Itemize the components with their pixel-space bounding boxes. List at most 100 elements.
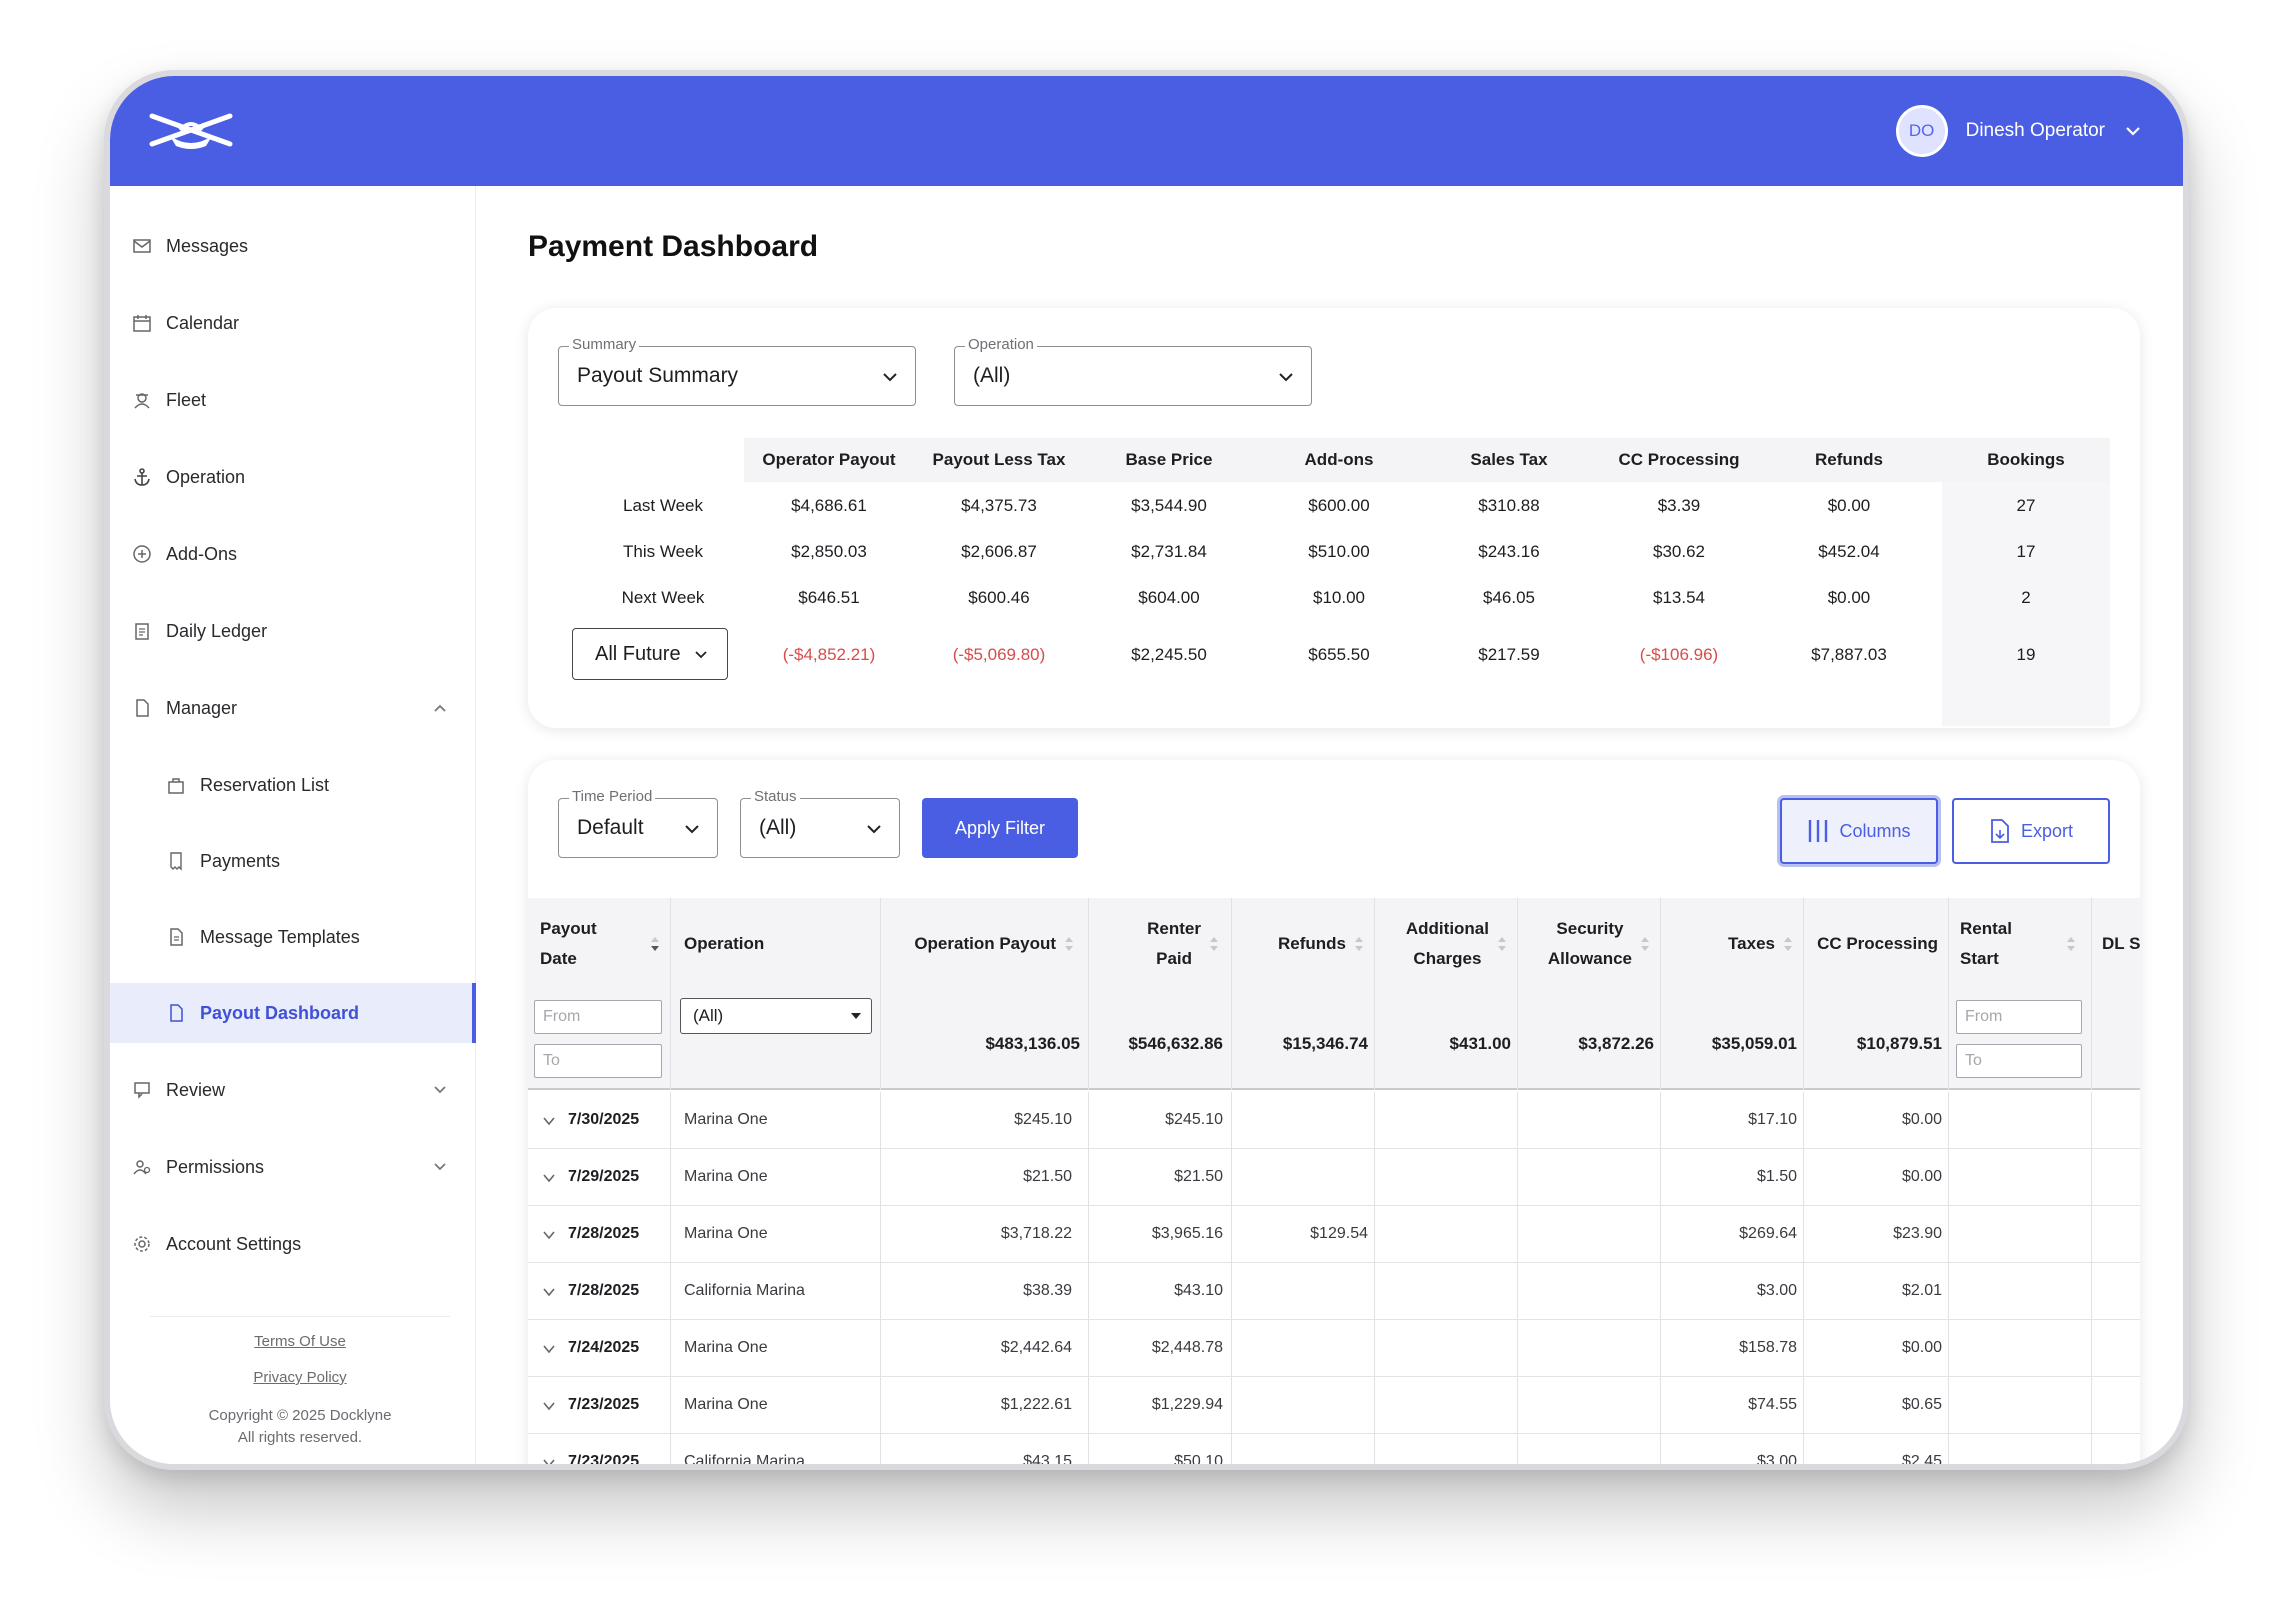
chevron-down-icon[interactable]	[542, 1228, 556, 1242]
operation-filter-select[interactable]: (All)	[680, 998, 872, 1034]
column-divider	[1088, 898, 1089, 1090]
sidebar-item-reservation-list[interactable]: Reservation List	[110, 755, 476, 815]
header-operation[interactable]: Operation	[684, 898, 874, 990]
cell-refunds	[1240, 1377, 1368, 1433]
cell-taxes: $74.55	[1748, 1396, 1797, 1413]
chevron-down-icon[interactable]	[542, 1456, 556, 1470]
sidebar-item-daily-ledger[interactable]: Daily Ledger	[110, 601, 476, 661]
sidebar-item-permissions[interactable]: Permissions	[110, 1137, 476, 1197]
column-divider	[1517, 1377, 1518, 1433]
header-payout-date[interactable]: Payout Date	[540, 898, 664, 990]
chevron-down-icon	[434, 1086, 446, 1094]
all-future-value: All Future	[595, 642, 681, 665]
apply-filter-button[interactable]: Apply Filter	[922, 798, 1078, 858]
column-divider	[1803, 1434, 1804, 1464]
table-row[interactable]: 7/29/2025 Marina One $21.50 $21.50 $1.50 $0.0…	[528, 1149, 2140, 1206]
user-menu[interactable]: DO Dinesh Operator	[1895, 102, 2143, 160]
table-row[interactable]: 7/24/2025 Marina One $2,442.64 $2,448.78 $15…	[528, 1320, 2140, 1377]
column-divider	[1948, 898, 1949, 1090]
user-name: Dinesh Operator	[1965, 120, 2105, 141]
header-refunds[interactable]: Refunds	[1240, 898, 1368, 990]
sidebar-item-operation[interactable]: Operation	[110, 447, 476, 507]
rental-start-to-input[interactable]: To	[1956, 1044, 2082, 1078]
header-security-allowance[interactable]: Security Allowance	[1526, 898, 1654, 990]
sidebar-item-account-settings[interactable]: Account Settings	[110, 1214, 476, 1274]
columns-button[interactable]: Columns	[1780, 798, 1938, 864]
table-row[interactable]: 7/23/2025 California Marina $43.15 $50.10 $3…	[528, 1434, 2140, 1470]
column-divider	[880, 1434, 881, 1464]
privacy-link[interactable]: Privacy Policy	[150, 1367, 450, 1389]
sidebar-item-message-templates[interactable]: Message Templates	[110, 907, 476, 967]
header-rental-start[interactable]: Rental Start	[1960, 898, 2084, 990]
column-divider	[670, 1263, 671, 1319]
sidebar-item-label: Message Templates	[200, 926, 360, 947]
sidebar-item-review[interactable]: Review	[110, 1060, 476, 1120]
terms-link[interactable]: Terms Of Use	[150, 1331, 450, 1353]
summary-cell: $0.00	[1827, 588, 1871, 607]
summary-cell: $510.00	[1308, 542, 1370, 561]
all-future-select[interactable]: All Future	[572, 628, 728, 680]
column-divider	[1803, 1263, 1804, 1319]
column-divider	[1660, 1149, 1661, 1205]
payout-date-to-input[interactable]: To	[534, 1044, 662, 1078]
users-icon	[133, 1160, 151, 1175]
cell-refunds	[1240, 1149, 1368, 1205]
columns-icon	[1809, 820, 1828, 842]
column-divider	[1231, 1434, 1232, 1464]
document-icon	[170, 1004, 183, 1022]
header-taxes[interactable]: Taxes	[1669, 898, 1797, 990]
anchor-icon	[134, 468, 150, 486]
header-renter-paid[interactable]: Renter Paid	[1098, 898, 1223, 990]
export-icon	[1991, 819, 2009, 843]
cell-operation: California Marina	[684, 1282, 805, 1299]
payout-date-from-input[interactable]: From	[534, 1000, 662, 1034]
cell-payout-date: 7/28/2025	[568, 1225, 640, 1242]
column-divider	[670, 1149, 671, 1205]
sidebar-item-messages[interactable]: Messages	[110, 216, 476, 276]
table-row[interactable]: 7/28/2025 California Marina $38.39 $43.10 $3…	[528, 1263, 2140, 1320]
operation-select[interactable]: Operation (All)	[954, 336, 1312, 406]
column-divider	[1088, 1092, 1089, 1148]
avatar: DO	[1895, 105, 1948, 157]
table-row[interactable]: 7/30/2025 Marina One $245.10 $245.10 $17.10 $…	[528, 1092, 2140, 1149]
chevron-down-icon[interactable]	[542, 1399, 556, 1413]
sidebar-item-manager[interactable]: Manager	[110, 678, 476, 738]
header-additional-charges[interactable]: Additional Charges	[1383, 898, 1511, 990]
device-frame: DO Dinesh Operator Messages Calendar Fle…	[104, 70, 2189, 1470]
chevron-down-icon[interactable]	[542, 1342, 556, 1356]
summary-cell: $655.50	[1308, 645, 1370, 664]
total-additional-charges: $431.00	[1449, 1034, 1511, 1053]
sidebar-item-label: Add-Ons	[166, 543, 238, 564]
table-row[interactable]: 7/23/2025 Marina One $1,222.61 $1,229.94 $74…	[528, 1377, 2140, 1434]
column-divider	[1088, 1206, 1089, 1262]
sidebar-item-fleet[interactable]: Fleet	[110, 370, 476, 430]
rental-start-from-input[interactable]: From	[1956, 1000, 2082, 1034]
cell-payout-date: 7/28/2025	[568, 1282, 640, 1299]
status-select[interactable]: Status (All)	[740, 788, 900, 858]
column-divider	[670, 1092, 671, 1148]
table-row[interactable]: 7/28/2025 Marina One $3,718.22 $3,965.16 $12…	[528, 1206, 2140, 1263]
chevron-down-icon[interactable]	[542, 1285, 556, 1299]
operation-select-label: Operation	[965, 336, 1037, 353]
chevron-down-icon[interactable]	[542, 1114, 556, 1128]
cell-operation-payout: $43.15	[1023, 1453, 1072, 1470]
sidebar-item-payments[interactable]: Payments	[110, 831, 476, 891]
time-period-select[interactable]: Time Period Default	[558, 788, 718, 858]
column-divider	[1660, 1434, 1661, 1464]
header-dl[interactable]: DL S	[2102, 898, 2140, 990]
header-operation-payout[interactable]: Operation Payout	[898, 898, 1078, 990]
chevron-down-icon[interactable]	[542, 1171, 556, 1185]
sidebar-item-calendar[interactable]: Calendar	[110, 293, 476, 353]
logo-icon[interactable]	[146, 106, 236, 154]
column-divider	[1660, 1263, 1661, 1319]
summary-cell: $2,606.87	[961, 542, 1037, 561]
template-icon	[170, 928, 183, 946]
summary-select[interactable]: Summary Payout Summary	[558, 336, 916, 406]
sidebar-item-payout-dashboard[interactable]: Payout Dashboard	[110, 983, 476, 1043]
sidebar-item-add-ons[interactable]: Add-Ons	[110, 524, 476, 584]
sidebar-item-label: Account Settings	[166, 1233, 302, 1254]
header-cc-processing[interactable]: CC Processing	[1812, 898, 1942, 990]
column-divider	[1803, 1149, 1804, 1205]
column-divider	[1517, 1320, 1518, 1376]
export-button[interactable]: Export	[1952, 798, 2110, 864]
